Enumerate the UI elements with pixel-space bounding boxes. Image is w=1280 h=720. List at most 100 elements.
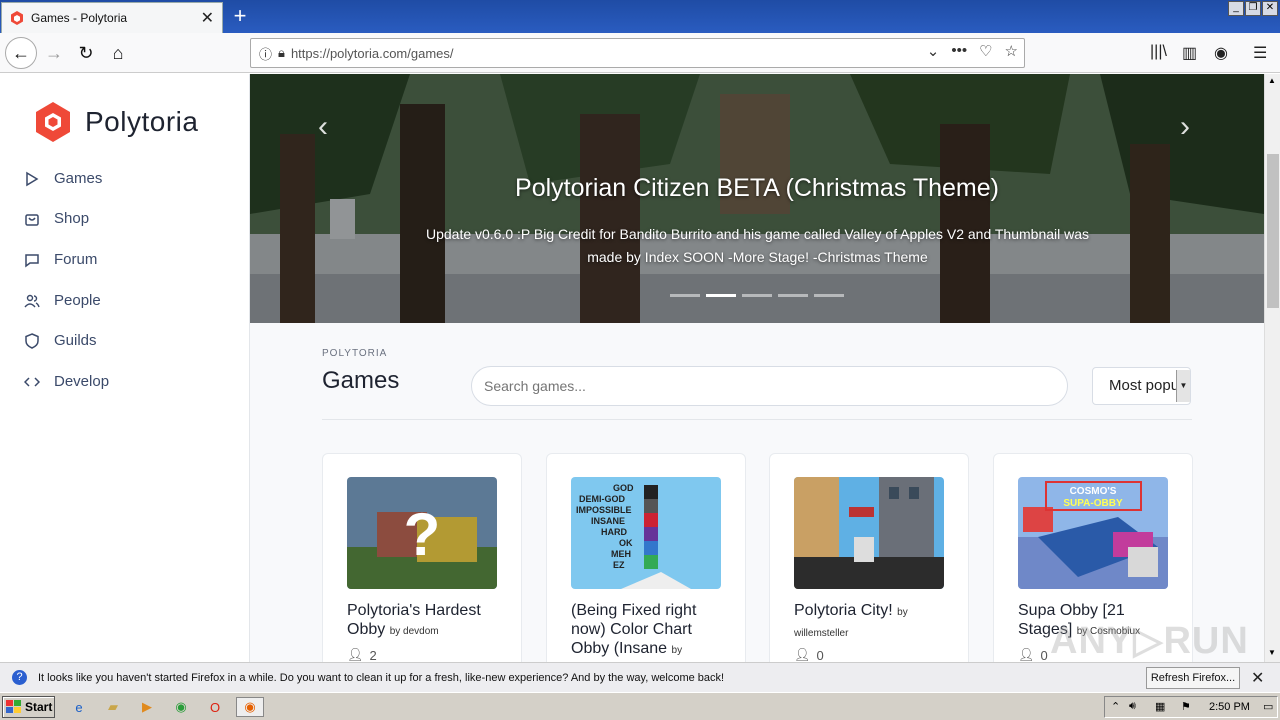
sidebar-toggle-icon[interactable]: ▥: [1182, 43, 1197, 63]
sort-select[interactable]: Most popular ▼: [1092, 367, 1191, 405]
browser-tab[interactable]: Games - Polytoria ✕: [1, 2, 223, 33]
bag-icon: [25, 213, 39, 226]
sidebar-item-develop[interactable]: Develop: [24, 373, 109, 390]
flag-icon[interactable]: ⚑: [1181, 700, 1191, 713]
chrome-icon[interactable]: ◉: [170, 697, 192, 717]
network-icon[interactable]: ▦: [1155, 700, 1165, 713]
user-icon: 👤︎: [347, 647, 364, 662]
close-tab-icon[interactable]: ✕: [201, 8, 214, 28]
sidebar-item-people[interactable]: People: [24, 292, 101, 309]
account-icon[interactable]: ◉: [1214, 43, 1228, 63]
url-host: https://polytoria.com: [290, 45, 408, 61]
library-icon[interactable]: |||\: [1150, 43, 1167, 61]
refresh-firefox-button[interactable]: Refresh Firefox...: [1146, 667, 1240, 689]
sidebar-item-shop[interactable]: Shop: [24, 210, 89, 227]
game-author[interactable]: by: [672, 645, 683, 656]
player-count-value: 2: [369, 647, 377, 663]
new-tab-icon[interactable]: +: [228, 4, 252, 28]
pocket-icon[interactable]: ♡: [979, 42, 992, 60]
game-thumbnail[interactable]: [794, 477, 944, 589]
carousel-title[interactable]: Polytorian Citizen BETA (Christmas Theme…: [250, 174, 1264, 203]
taskbar-clock[interactable]: 2:50 PM: [1209, 701, 1250, 713]
minimize-window-icon[interactable]: _: [1228, 1, 1244, 16]
firefox-taskbar-icon[interactable]: ◉: [236, 697, 264, 717]
media-player-icon[interactable]: ▶: [136, 697, 158, 717]
carousel-next-icon[interactable]: ›: [1180, 110, 1190, 144]
start-button[interactable]: Start: [2, 696, 55, 718]
user-icon: 👤︎: [794, 647, 811, 662]
carousel-indicators: [670, 294, 844, 297]
forward-icon[interactable]: →: [40, 39, 68, 67]
menu-icon[interactable]: ☰: [1253, 43, 1267, 63]
carousel-dot[interactable]: [670, 294, 700, 297]
back-icon[interactable]: ←: [5, 37, 37, 69]
carousel-prev-icon[interactable]: ‹: [318, 110, 328, 144]
info-icon[interactable]: ⓘ: [259, 44, 272, 63]
windows-logo-icon: [6, 700, 21, 713]
player-count-value: 0: [1040, 647, 1048, 663]
carousel-dot[interactable]: [814, 294, 844, 297]
svg-text:HARD: HARD: [601, 527, 627, 537]
anyrun-watermark: ANY▷RUN: [1050, 620, 1249, 662]
sidebar-item-label: Games: [54, 170, 103, 187]
scroll-down-icon[interactable]: ▼: [1268, 648, 1276, 657]
show-desktop-icon[interactable]: ▭: [1263, 700, 1273, 713]
system-tray: ⌃ 🔊︎ ▦ ⚑ 2:50 PM ▭: [1104, 696, 1278, 718]
tray-expand-icon[interactable]: ⌃: [1111, 700, 1120, 713]
game-card[interactable]: Polytoria City! by willemsteller 👤︎ 0: [769, 453, 969, 662]
chat-icon: [25, 253, 39, 267]
game-author[interactable]: by devdom: [390, 626, 439, 637]
game-thumbnail[interactable]: COSMO'S SUPA-OBBY: [1018, 477, 1168, 589]
home-icon[interactable]: ⌂: [104, 39, 132, 67]
carousel-dot[interactable]: [778, 294, 808, 297]
game-thumbnail[interactable]: GOD DEMI-GOD IMPOSSIBLE INSANE HARD OK M…: [571, 477, 721, 589]
game-card[interactable]: ? Polytoria's Hardest Obby by devdom 👤︎ 2: [322, 453, 522, 662]
internet-explorer-icon[interactable]: e: [68, 697, 90, 717]
bookmark-star-icon[interactable]: ☆: [1005, 42, 1018, 60]
sidebar-item-games[interactable]: Games: [24, 170, 102, 187]
divider: [322, 419, 1192, 420]
search-input[interactable]: [471, 366, 1068, 406]
shield-icon: [25, 332, 39, 349]
close-window-icon[interactable]: ✕: [1262, 1, 1278, 16]
scroll-up-icon[interactable]: ▲: [1268, 76, 1276, 85]
carousel-dot[interactable]: [706, 294, 736, 297]
svg-text:INSANE: INSANE: [591, 516, 625, 526]
page-title: Games: [322, 367, 400, 394]
page-actions-icon[interactable]: •••: [951, 42, 967, 60]
brand-logo[interactable]: Polytoria: [33, 100, 198, 144]
svg-text:DEMI-GOD: DEMI-GOD: [579, 494, 625, 504]
game-card[interactable]: GOD DEMI-GOD IMPOSSIBLE INSANE HARD OK M…: [546, 453, 746, 662]
chevron-down-icon[interactable]: ▼: [1176, 370, 1190, 402]
svg-text:EZ: EZ: [613, 560, 625, 570]
sidebar: Polytoria Games Shop Forum People Guilds…: [0, 74, 250, 662]
restore-window-icon[interactable]: ❐: [1245, 1, 1261, 16]
featured-carousel[interactable]: ‹ › Polytorian Citizen BETA (Christmas T…: [250, 74, 1264, 323]
svg-text:SUPA-OBBY: SUPA-OBBY: [1063, 498, 1123, 509]
game-title-text: Polytoria City!: [794, 602, 893, 619]
folder-icon[interactable]: ▰: [102, 697, 124, 717]
play-icon: [26, 171, 39, 186]
page-scrollbar[interactable]: ▲ ▼: [1264, 74, 1280, 662]
volume-icon[interactable]: 🔊︎: [1129, 700, 1136, 713]
url-bar[interactable]: ⓘ 🔒︎ https://polytoria.com/games/ ⌄ ••• …: [250, 38, 1025, 68]
sidebar-item-guilds[interactable]: Guilds: [24, 332, 97, 349]
lock-icon: 🔒︎: [278, 45, 285, 60]
scrollbar-thumb[interactable]: [1267, 154, 1279, 308]
chevron-down-icon[interactable]: ⌄: [927, 42, 940, 60]
game-thumbnail[interactable]: ?: [347, 477, 497, 589]
sidebar-item-forum[interactable]: Forum: [24, 251, 97, 268]
opera-icon[interactable]: O: [204, 697, 226, 717]
user-icon: 👤︎: [1018, 647, 1035, 662]
reload-icon[interactable]: ↻: [72, 39, 100, 67]
carousel-dot[interactable]: [742, 294, 772, 297]
svg-text:MEH: MEH: [611, 549, 631, 559]
people-icon: [24, 294, 40, 307]
game-title[interactable]: Polytoria's Hardest Obby by devdom: [347, 601, 507, 641]
svg-text:GOD: GOD: [613, 483, 634, 493]
sidebar-item-label: Forum: [54, 251, 98, 268]
close-icon[interactable]: ✕: [1251, 668, 1264, 688]
game-title[interactable]: Polytoria City! by willemsteller: [794, 601, 954, 643]
game-title[interactable]: (Being Fixed right now) Color Chart Obby…: [571, 601, 731, 660]
games-section: POLYTORIA Games Most popular ▼ ? Polytor…: [250, 323, 1264, 662]
